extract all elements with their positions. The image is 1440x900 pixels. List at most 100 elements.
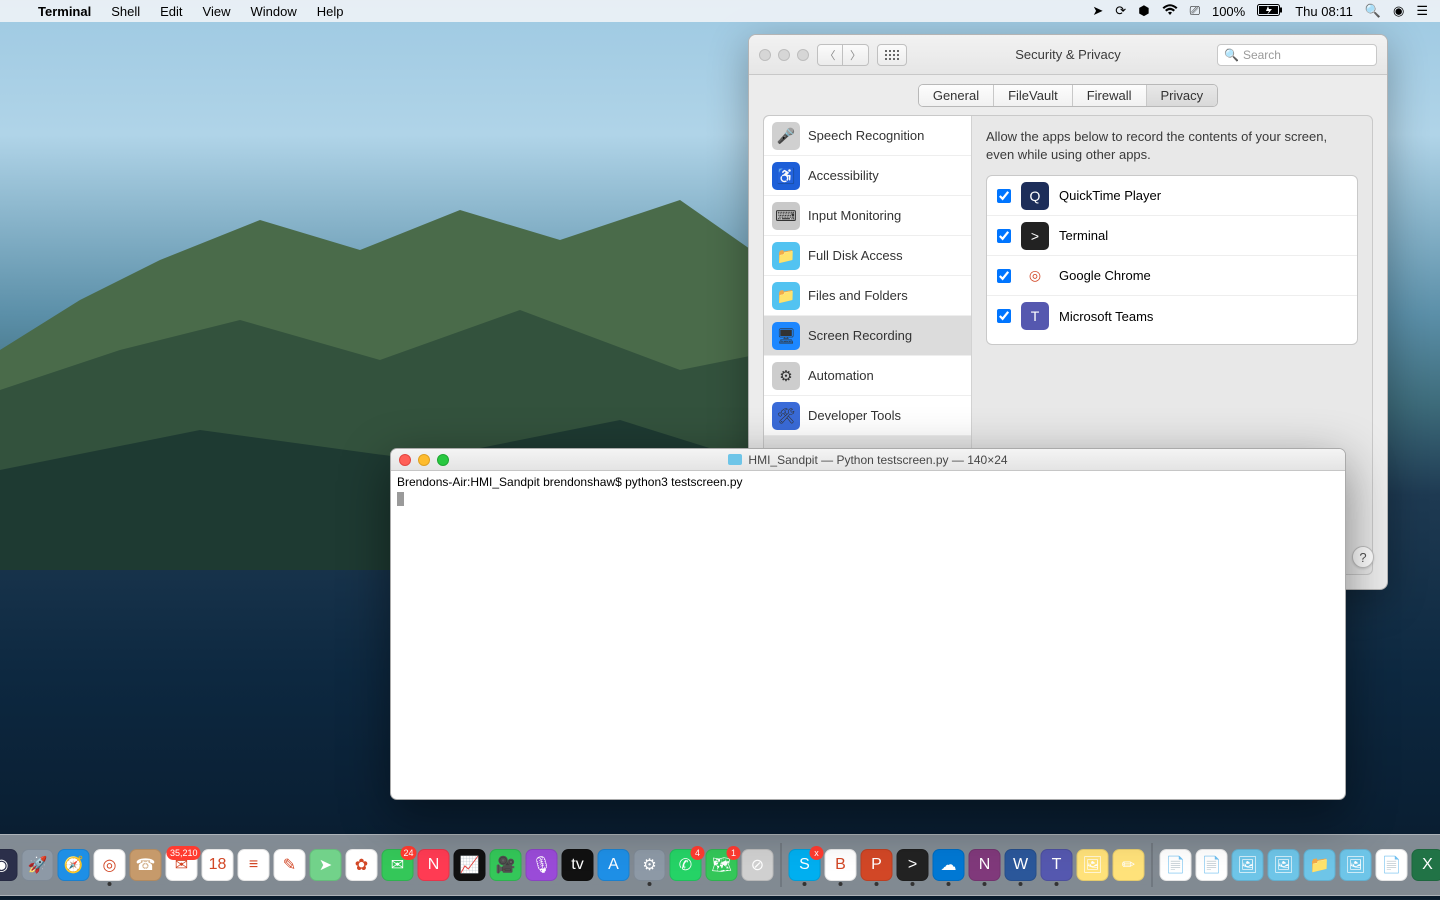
syspref-toolbar: 〈 〉 Security & Privacy 🔍 Search: [749, 35, 1387, 75]
menu-shell[interactable]: Shell: [101, 4, 150, 19]
dock-img3[interactable]: 🖼: [1340, 849, 1372, 881]
dock-onedrive[interactable]: ☁: [933, 849, 965, 881]
app-label: Microsoft Teams: [1059, 309, 1153, 324]
search-input[interactable]: 🔍 Search: [1217, 44, 1377, 66]
dock-maps2[interactable]: 🗺1: [706, 849, 738, 881]
gear-icon: ⚙: [772, 362, 800, 390]
show-all-button[interactable]: [877, 44, 907, 66]
zoom-button[interactable]: [797, 49, 809, 61]
tab-filevault[interactable]: FileVault: [994, 85, 1073, 106]
dock-img1[interactable]: 🖼: [1232, 849, 1264, 881]
mic-icon: 🎤: [772, 122, 800, 150]
dropbox-icon[interactable]: ⬢: [1138, 3, 1149, 19]
app-checkbox[interactable]: [997, 309, 1011, 323]
app-checkbox[interactable]: [997, 269, 1011, 283]
spotlight-icon[interactable]: 🔍: [1365, 3, 1381, 19]
app-row-google-chrome[interactable]: ◎Google Chrome: [987, 256, 1357, 296]
app-row-microsoft-teams[interactable]: TMicrosoft Teams: [987, 296, 1357, 336]
menu-app[interactable]: Terminal: [28, 4, 101, 19]
dock-mail[interactable]: ✉35,210: [166, 849, 198, 881]
search-icon: 🔍: [1224, 48, 1239, 62]
dock-whatsapp[interactable]: ✆4: [670, 849, 702, 881]
help-button[interactable]: ?: [1352, 546, 1374, 568]
menu-edit[interactable]: Edit: [150, 4, 192, 19]
dock-excel[interactable]: X: [1412, 849, 1440, 881]
dock-doc1[interactable]: 📄: [1160, 849, 1192, 881]
menu-help[interactable]: Help: [307, 4, 354, 19]
app-label: QuickTime Player: [1059, 188, 1161, 203]
app-row-terminal[interactable]: >Terminal: [987, 216, 1357, 256]
app-checkbox[interactable]: [997, 229, 1011, 243]
dock-separator: [1152, 843, 1153, 887]
timemachine-icon[interactable]: ⟳: [1115, 3, 1126, 19]
category-automation[interactable]: ⚙Automation: [764, 356, 971, 396]
app-icon: ◎: [1021, 262, 1049, 290]
tab-firewall[interactable]: Firewall: [1073, 85, 1147, 106]
dock-safari[interactable]: 🧭: [58, 849, 90, 881]
terminal-content[interactable]: Brendons-Air:HMI_Sandpit brendonshaw$ py…: [391, 471, 1345, 511]
dock-powerpoint[interactable]: P: [861, 849, 893, 881]
dock-word[interactable]: W: [1005, 849, 1037, 881]
dock-stickies[interactable]: ✏: [1113, 849, 1145, 881]
category-files-and-folders[interactable]: 📁Files and Folders: [764, 276, 971, 316]
notification-center-icon[interactable]: ☰: [1416, 3, 1428, 19]
siri-icon[interactable]: ◉: [1393, 3, 1404, 19]
dock-bbedit[interactable]: B: [825, 849, 857, 881]
dock-folder[interactable]: 📁: [1304, 849, 1336, 881]
location-icon[interactable]: ➤: [1092, 3, 1103, 19]
privacy-app-list[interactable]: QQuickTime Player>Terminal◎Google Chrome…: [986, 175, 1358, 345]
folder-icon: 📁: [772, 242, 800, 270]
dock-notes[interactable]: ✎: [274, 849, 306, 881]
dock-syspref[interactable]: ⚙: [634, 849, 666, 881]
dock-preview[interactable]: 🖼: [1077, 849, 1109, 881]
dock-facetime[interactable]: 🎥: [490, 849, 522, 881]
category-speech-recognition[interactable]: 🎤Speech Recognition: [764, 116, 971, 156]
dock-onenote[interactable]: N: [969, 849, 1001, 881]
back-button[interactable]: 〈: [817, 44, 843, 66]
category-label: Full Disk Access: [808, 248, 903, 263]
dock-tv[interactable]: tv: [562, 849, 594, 881]
dock-news[interactable]: N: [418, 849, 450, 881]
category-input-monitoring[interactable]: ⌨Input Monitoring: [764, 196, 971, 236]
battery-icon[interactable]: [1257, 4, 1283, 19]
menu-view[interactable]: View: [193, 4, 241, 19]
dock-podcasts[interactable]: 🎙: [526, 849, 558, 881]
category-accessibility[interactable]: ♿Accessibility: [764, 156, 971, 196]
dock-photos[interactable]: ✿: [346, 849, 378, 881]
category-label: Files and Folders: [808, 288, 908, 303]
dock-appstore[interactable]: A: [598, 849, 630, 881]
dock-maps[interactable]: ➤: [310, 849, 342, 881]
dock-skype[interactable]: Sx: [789, 849, 821, 881]
dock-terminal[interactable]: >: [897, 849, 929, 881]
tab-general[interactable]: General: [919, 85, 994, 106]
dock-calendar[interactable]: 18: [202, 849, 234, 881]
accessibility-icon: ♿: [772, 162, 800, 190]
category-full-disk-access[interactable]: 📁 Full Disk Access: [764, 236, 971, 276]
syspref-tabs: General FileVault Firewall Privacy: [749, 75, 1387, 115]
dock-launchpad[interactable]: 🚀: [22, 849, 54, 881]
airplay-icon[interactable]: ⎚: [1190, 3, 1200, 19]
close-button[interactable]: [759, 49, 771, 61]
dock-teams[interactable]: T: [1041, 849, 1073, 881]
dock-doc3[interactable]: 📄: [1376, 849, 1408, 881]
dock-contacts[interactable]: ☎: [130, 849, 162, 881]
app-row-quicktime-player[interactable]: QQuickTime Player: [987, 176, 1357, 216]
dock-siri[interactable]: ◉: [0, 849, 18, 881]
clock[interactable]: Thu 08:11: [1295, 4, 1353, 19]
forward-button[interactable]: 〉: [843, 44, 869, 66]
dock-chrome[interactable]: ◎: [94, 849, 126, 881]
dock-doc2[interactable]: 📄: [1196, 849, 1228, 881]
category-screen-recording[interactable]: 🖥Screen Recording: [764, 316, 971, 356]
minimize-button[interactable]: [778, 49, 790, 61]
wifi-icon[interactable]: [1162, 4, 1178, 19]
dock-messages[interactable]: ✉24: [382, 849, 414, 881]
tab-privacy[interactable]: Privacy: [1147, 85, 1218, 106]
dock-blocked[interactable]: ⊘: [742, 849, 774, 881]
category-developer-tools[interactable]: 🛠Developer Tools: [764, 396, 971, 436]
dock-stocks[interactable]: 📈: [454, 849, 486, 881]
dock-img2[interactable]: 🖼: [1268, 849, 1300, 881]
app-checkbox[interactable]: [997, 189, 1011, 203]
menu-window[interactable]: Window: [241, 4, 307, 19]
terminal-titlebar[interactable]: HMI_Sandpit — Python testscreen.py — 140…: [391, 449, 1345, 471]
dock-reminders[interactable]: ≡: [238, 849, 270, 881]
